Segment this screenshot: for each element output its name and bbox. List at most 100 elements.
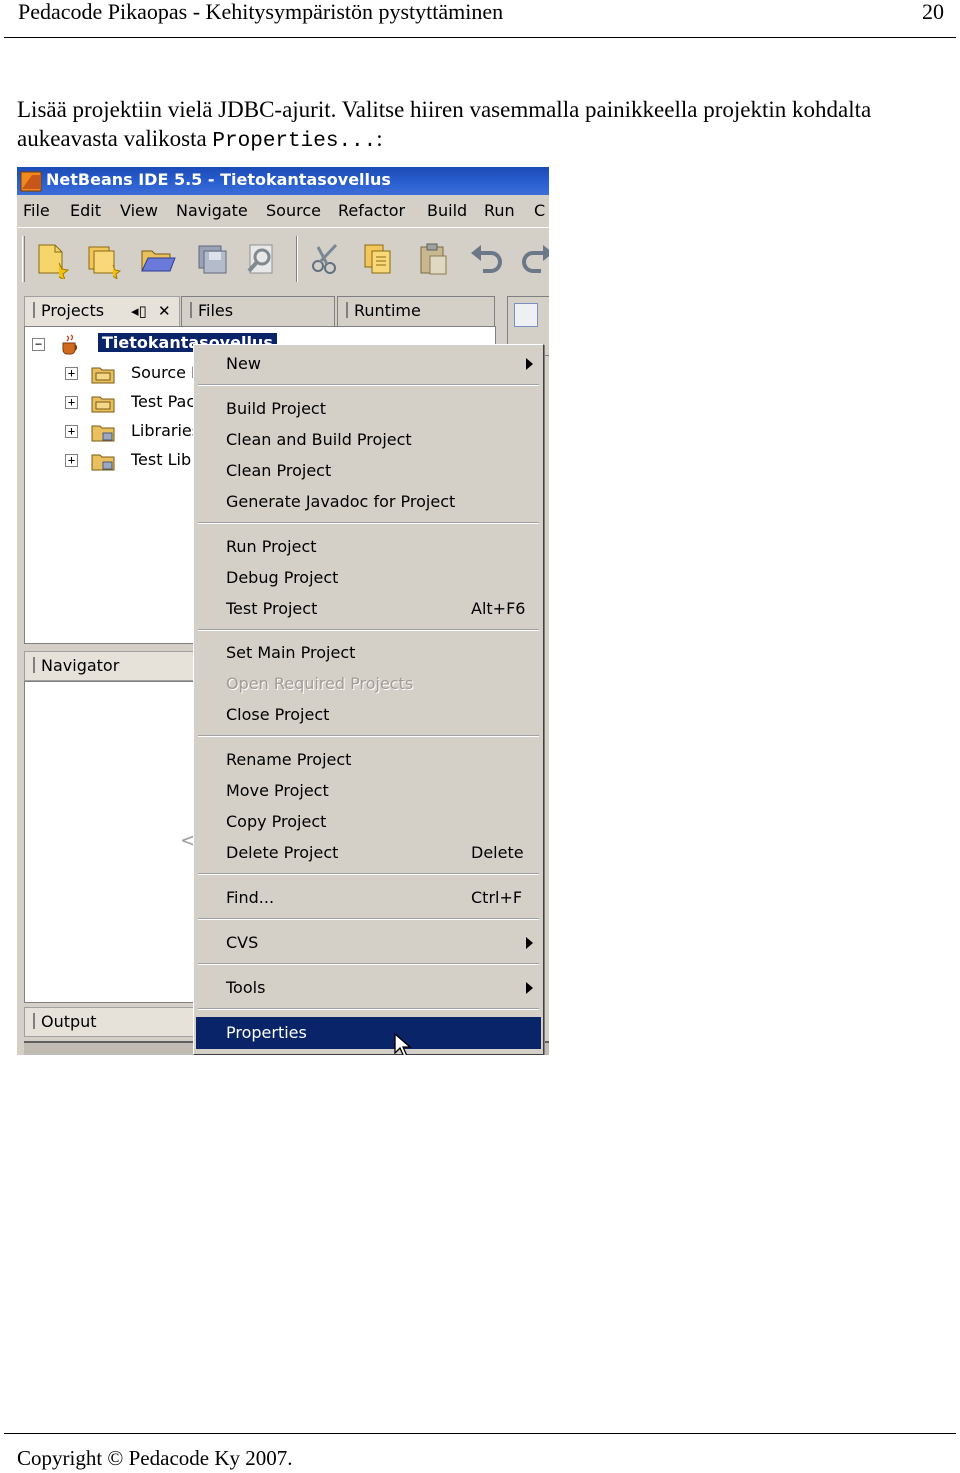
expand-icon[interactable]: + — [65, 425, 78, 438]
menu-item-new[interactable]: New — [196, 348, 541, 379]
menu-refactor[interactable]: Refactor — [338, 201, 405, 220]
menu-navigate[interactable]: Navigate — [176, 201, 248, 220]
menu-item-label: Find... — [226, 888, 275, 907]
tree-row-label: Libraries — [131, 421, 201, 440]
menu-item-run-project[interactable]: Run Project — [196, 531, 541, 562]
menu-item-set-main-project[interactable]: Set Main Project — [196, 637, 541, 668]
package-folder-icon — [91, 396, 115, 413]
menu-item-label: Tools — [226, 978, 266, 997]
tab-navigator-label: Navigator — [41, 656, 120, 675]
main-toolbar — [17, 227, 549, 289]
netbeans-app-icon — [20, 171, 42, 192]
new-project-icon[interactable] — [83, 239, 123, 279]
tab-output-label: Output — [41, 1012, 97, 1031]
package-folder-icon — [91, 367, 115, 384]
menu-item-cvs[interactable]: CVS — [196, 927, 541, 958]
menu-item-shortcut: Ctrl+F — [471, 888, 523, 907]
toolbar-grip[interactable] — [22, 236, 25, 282]
menu-item-tools[interactable]: Tools — [196, 972, 541, 1003]
close-icon[interactable]: ✕ — [158, 302, 171, 320]
expand-icon[interactable]: + — [65, 367, 78, 380]
header-rule — [4, 37, 956, 38]
tree-row-label: Test Pac — [131, 392, 196, 411]
menu-item-clean-project[interactable]: Clean Project — [196, 455, 541, 486]
tab-runtime[interactable]: Runtime — [337, 296, 495, 326]
menu-item-label: Properties — [226, 1023, 307, 1042]
menu-item-close-project[interactable]: Close Project — [196, 699, 541, 730]
menu-item-clean-build-project[interactable]: Clean and Build Project — [196, 424, 541, 455]
menu-separator — [198, 873, 539, 875]
copy-icon[interactable] — [358, 239, 398, 279]
menu-item-label: Set Main Project — [226, 643, 356, 662]
menu-item-rename-project[interactable]: Rename Project — [196, 744, 541, 775]
ide-screenshot: NetBeans IDE 5.5 - Tietokantasovellus Fi… — [17, 167, 549, 1055]
menu-run[interactable]: Run — [484, 201, 515, 220]
tab-grip — [346, 302, 348, 318]
redo-icon[interactable] — [517, 239, 549, 279]
projects-tab-strip: Projects ◂▯ ✕ Files Runtime — [24, 296, 496, 326]
tab-output[interactable]: Output — [24, 1007, 194, 1037]
tab-projects-label: Projects — [41, 301, 105, 320]
menu-item-build-project[interactable]: Build Project — [196, 393, 541, 424]
menu-item-label: Move Project — [226, 781, 329, 800]
menu-item-label: Delete Project — [226, 843, 339, 862]
instruction-paragraph: Lisää projektiin vielä JDBC-ajurit. Vali… — [17, 95, 947, 156]
menu-item-open-required-projects: Open Required Projects — [196, 668, 541, 699]
menu-item-move-project[interactable]: Move Project — [196, 775, 541, 806]
menu-edit[interactable]: Edit — [70, 201, 101, 220]
menu-item-label: Test Project — [226, 599, 318, 618]
copyright-text: Copyright © Pedacode Ky 2007. — [17, 1446, 293, 1470]
menu-file[interactable]: File — [23, 201, 50, 220]
open-project-icon[interactable] — [137, 239, 177, 279]
tab-navigator[interactable]: Navigator — [24, 651, 194, 681]
expand-icon[interactable]: + — [65, 454, 78, 467]
menu-separator — [198, 1008, 539, 1010]
menu-item-debug-project[interactable]: Debug Project — [196, 562, 541, 593]
cut-icon[interactable] — [306, 239, 346, 279]
menu-source[interactable]: Source — [266, 201, 321, 220]
tab-projects[interactable]: Projects ◂▯ ✕ — [24, 296, 180, 326]
page-header: Pedacode Pikaopas - Kehitysympäristön py… — [0, 0, 960, 38]
menu-item-generate-javadoc[interactable]: Generate Javadoc for Project — [196, 486, 541, 517]
menu-item-label: CVS — [226, 933, 259, 952]
footer-rule — [4, 1433, 956, 1434]
instruction-text: Lisää projektiin vielä JDBC-ajurit. Vali… — [17, 97, 872, 151]
menu-bar: File Edit View Navigate Source Refactor … — [17, 195, 549, 227]
menu-item-label: Open Required Projects — [226, 674, 414, 693]
project-context-menu: New Build Project Clean and Build Projec… — [193, 344, 544, 1055]
paste-icon[interactable] — [413, 239, 453, 279]
menu-item-label: Rename Project — [226, 750, 352, 769]
menu-item-find[interactable]: Find... Ctrl+F — [196, 882, 541, 913]
toolbar-separator — [296, 236, 298, 282]
save-all-icon[interactable] — [192, 239, 232, 279]
menu-item-properties[interactable]: Properties — [196, 1017, 541, 1049]
tree-row-label: Test Lib — [131, 450, 192, 469]
collapse-icon[interactable]: − — [32, 338, 45, 351]
menu-separator — [198, 384, 539, 386]
menu-item-delete-project[interactable]: Delete Project Delete — [196, 837, 541, 868]
page-number: 20 — [922, 0, 944, 24]
menu-view[interactable]: View — [120, 201, 158, 220]
menu-cvs[interactable]: C — [534, 201, 545, 220]
submenu-arrow-icon — [526, 358, 533, 370]
tab-files[interactable]: Files — [181, 296, 335, 326]
menu-item-shortcut: Alt+F6 — [471, 599, 526, 618]
menu-item-label: New — [226, 354, 261, 373]
document-title: Pedacode Pikaopas - Kehitysympäristön py… — [18, 0, 504, 24]
tab-runtime-label: Runtime — [354, 301, 421, 320]
editor-toolbar-icon[interactable] — [514, 303, 538, 327]
instruction-code: Properties... — [212, 130, 377, 153]
menu-item-label: Clean Project — [226, 461, 332, 480]
window-title-bar[interactable]: NetBeans IDE 5.5 - Tietokantasovellus — [17, 167, 549, 195]
expand-icon[interactable]: + — [65, 396, 78, 409]
tab-files-label: Files — [198, 301, 234, 320]
menu-item-label: Build Project — [226, 399, 326, 418]
minimize-window-icon[interactable]: ◂▯ — [131, 302, 147, 320]
menu-build[interactable]: Build — [427, 201, 467, 220]
menu-item-test-project[interactable]: Test Project Alt+F6 — [196, 593, 541, 624]
java-project-icon — [62, 334, 78, 355]
menu-item-copy-project[interactable]: Copy Project — [196, 806, 541, 837]
find-icon[interactable] — [242, 239, 282, 279]
new-file-icon[interactable] — [31, 239, 71, 279]
undo-icon[interactable] — [467, 239, 507, 279]
